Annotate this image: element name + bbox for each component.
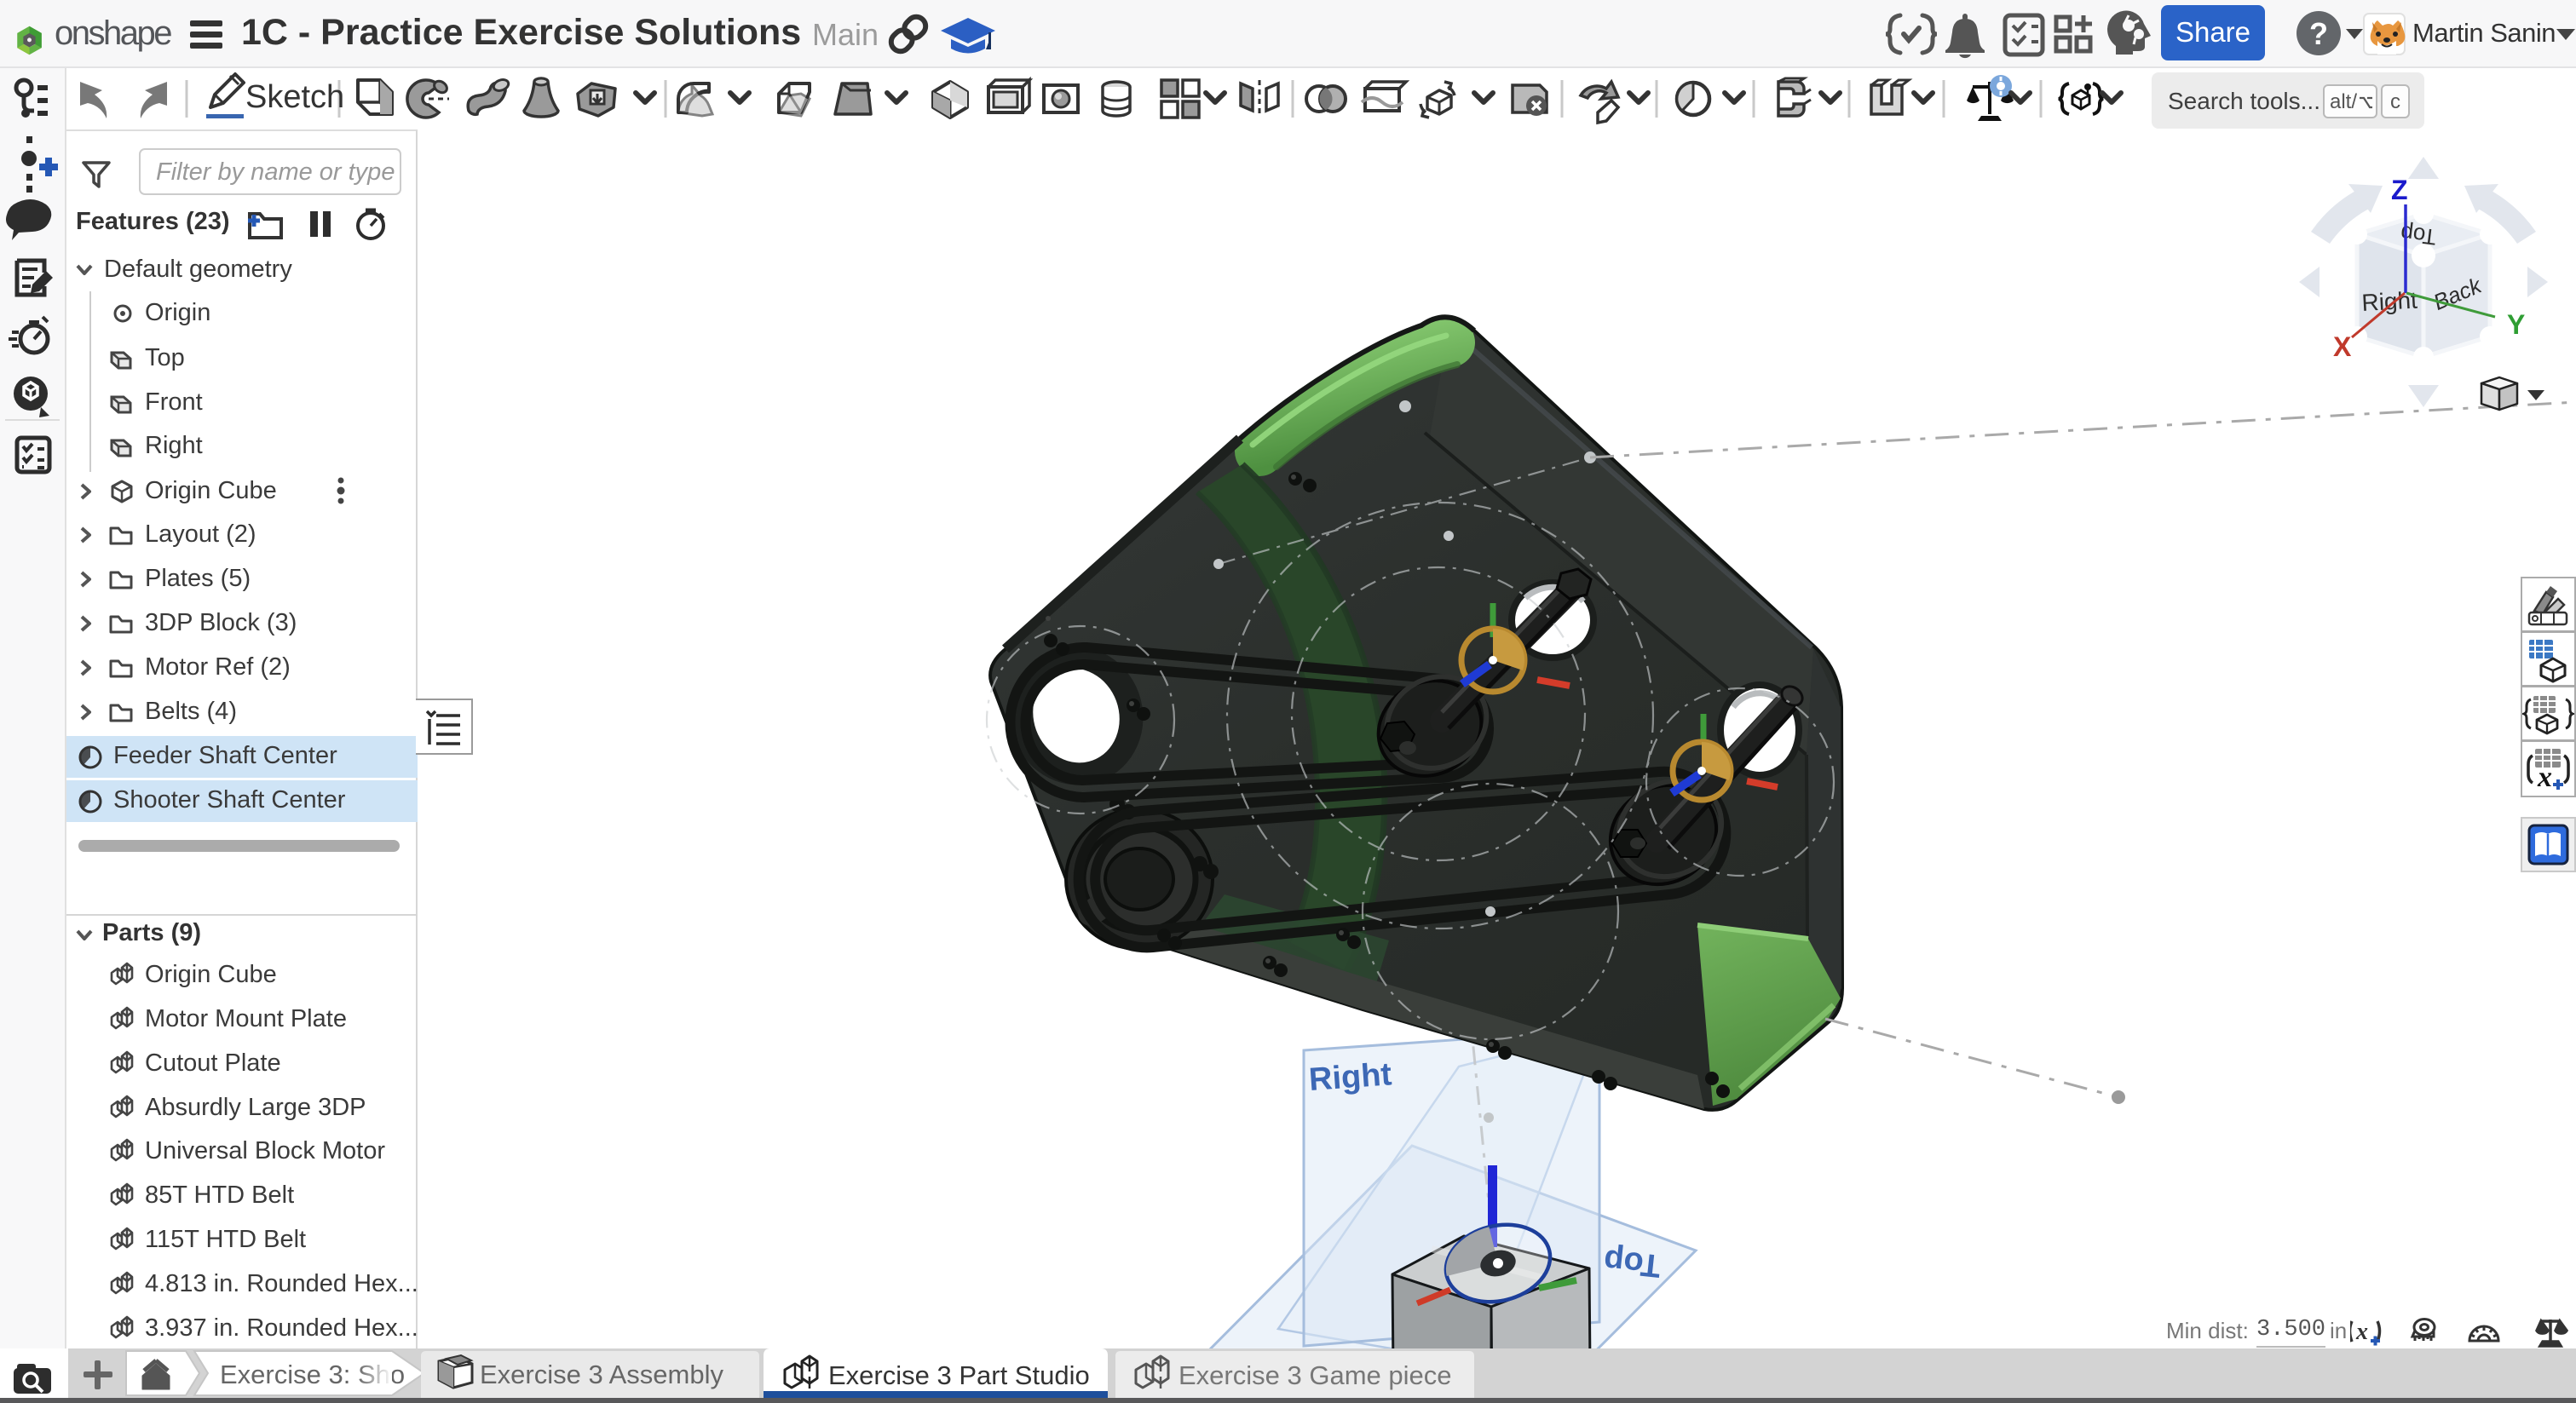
svg-text:Z: Z <box>2391 175 2408 205</box>
svg-text:onshape: onshape <box>55 14 171 52</box>
svg-text:?: ? <box>2309 16 2328 51</box>
svg-text:Right: Right <box>2361 287 2418 316</box>
svg-text:x: x <box>2355 1319 2368 1345</box>
svg-text:Exercise 3 Game piece: Exercise 3 Game piece <box>1179 1360 1451 1390</box>
svg-text:Exercise 3 Part Studio: Exercise 3 Part Studio <box>828 1360 1090 1390</box>
svg-text:Y: Y <box>2507 309 2525 340</box>
svg-text:X: X <box>2333 331 2352 362</box>
svg-text:Right: Right <box>1308 1056 1393 1098</box>
svg-text:Top: Top <box>1602 1242 1663 1284</box>
svg-text:x: x <box>2537 762 2552 793</box>
svg-text:Exercise 3 Assembly: Exercise 3 Assembly <box>480 1360 723 1389</box>
